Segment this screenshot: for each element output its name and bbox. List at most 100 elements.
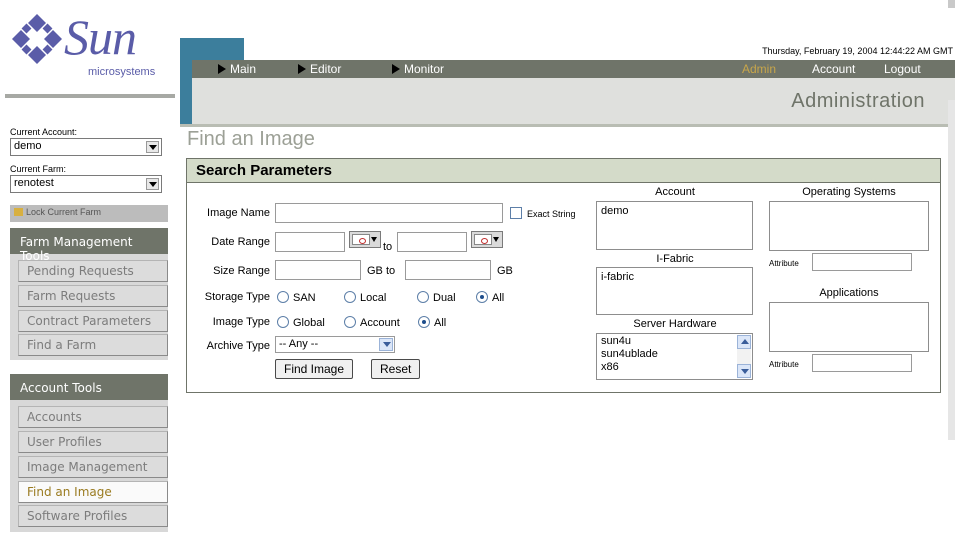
os-attribute-label: Attribute bbox=[769, 259, 799, 268]
server-hardware-list[interactable]: sun4u sun4ublade x86 bbox=[596, 333, 753, 380]
farm-tools-title: Farm Management Tools bbox=[10, 228, 168, 263]
sidebar-item-farm-requests[interactable]: Farm Requests bbox=[18, 285, 168, 307]
chevron-down-icon bbox=[493, 237, 499, 242]
scroll-down-icon[interactable] bbox=[737, 364, 751, 378]
sidebar-item-find-an-image[interactable]: Find an Image bbox=[18, 481, 168, 503]
find-image-button[interactable]: Find Image bbox=[275, 359, 354, 379]
calendar-icon bbox=[352, 234, 370, 245]
farm-tools-panel: Farm Management Tools Pending Requests F… bbox=[10, 228, 168, 360]
panel-title: Search Parameters bbox=[187, 159, 940, 183]
chevron-down-icon bbox=[146, 141, 159, 153]
image-type-all-radio[interactable]: All bbox=[418, 316, 446, 329]
search-parameters-panel: Search Parameters Image Name Exact Strin… bbox=[186, 158, 941, 393]
current-farm-label: Current Farm: bbox=[10, 164, 67, 174]
image-type-global-radio[interactable]: Global bbox=[277, 316, 325, 329]
logo-wordmark: Sun bbox=[64, 9, 137, 65]
radio-icon bbox=[417, 291, 429, 303]
nav-main-label: Main bbox=[230, 62, 257, 76]
storage-dual-label: Dual bbox=[433, 292, 456, 304]
nav-main[interactable]: Main bbox=[218, 62, 256, 76]
current-account-value: demo bbox=[14, 140, 42, 152]
radio-icon bbox=[277, 316, 289, 328]
storage-local-radio[interactable]: Local bbox=[344, 291, 386, 304]
account-list-label: Account bbox=[655, 186, 695, 198]
checkbox-icon bbox=[510, 207, 522, 219]
image-type-account-radio[interactable]: Account bbox=[344, 316, 400, 329]
datetime-display: Thursday, February 19, 2004 12:44:22 AM … bbox=[762, 46, 953, 56]
size-range-label: Size Range bbox=[213, 265, 270, 277]
nav-editor-label: Editor bbox=[310, 62, 342, 76]
header-divider bbox=[180, 124, 955, 127]
storage-all-radio[interactable]: All bbox=[476, 291, 504, 304]
current-farm-select[interactable]: renotest bbox=[10, 175, 162, 193]
ifabric-list-item[interactable]: i-fabric bbox=[601, 270, 748, 284]
sidebar-item-image-management[interactable]: Image Management bbox=[18, 456, 168, 478]
applications-label: Applications bbox=[819, 287, 879, 299]
storage-san-radio[interactable]: SAN bbox=[277, 291, 316, 304]
size-from-input[interactable] bbox=[275, 260, 361, 280]
image-type-global-label: Global bbox=[293, 317, 325, 329]
server-hardware-scrollbar[interactable] bbox=[737, 335, 751, 378]
ifabric-list-label: I-Fabric bbox=[656, 253, 694, 265]
exact-string-checkbox[interactable]: Exact String bbox=[510, 207, 576, 219]
sidebar-item-find-a-farm[interactable]: Find a Farm bbox=[18, 334, 168, 356]
current-account-label: Current Account: bbox=[10, 127, 78, 137]
server-hardware-item[interactable]: sun4ublade bbox=[601, 348, 748, 361]
radio-icon bbox=[277, 291, 289, 303]
sidebar-item-accounts[interactable]: Accounts bbox=[18, 406, 168, 428]
nav-monitor-label: Monitor bbox=[404, 62, 445, 76]
server-hardware-item[interactable]: sun4u bbox=[601, 335, 748, 348]
date-to-calendar-button[interactable] bbox=[471, 231, 503, 248]
account-list[interactable]: demo bbox=[596, 201, 753, 250]
storage-dual-radio[interactable]: Dual bbox=[417, 291, 456, 304]
nav-editor[interactable]: Editor bbox=[298, 62, 341, 76]
os-attribute-input[interactable] bbox=[812, 253, 912, 271]
exact-string-label: Exact String bbox=[527, 209, 576, 219]
image-name-input[interactable] bbox=[275, 203, 503, 223]
triangle-right-icon bbox=[298, 64, 306, 74]
sidebar-item-pending-requests[interactable]: Pending Requests bbox=[18, 260, 168, 282]
lock-icon bbox=[14, 208, 23, 216]
gb-to-label: GB to bbox=[367, 265, 396, 277]
server-hardware-label: Server Hardware bbox=[633, 318, 717, 330]
sun-logo: Sun microsystems bbox=[10, 8, 170, 88]
app-attribute-input[interactable] bbox=[812, 354, 912, 372]
logo-subtitle: microsystems bbox=[88, 66, 156, 78]
sidebar-item-user-profiles[interactable]: User Profiles bbox=[18, 431, 168, 453]
date-range-label: Date Range bbox=[211, 236, 270, 248]
section-title: Administration bbox=[791, 90, 925, 112]
account-tools-panel: Account Tools Accounts User Profiles Ima… bbox=[10, 374, 168, 532]
radio-selected-icon bbox=[476, 291, 488, 303]
account-list-item[interactable]: demo bbox=[601, 204, 748, 218]
window-scroll-top[interactable] bbox=[948, 0, 955, 8]
image-type-account-label: Account bbox=[360, 317, 400, 329]
image-name-label: Image Name bbox=[207, 207, 270, 219]
sidebar-item-software-profiles[interactable]: Software Profiles bbox=[18, 505, 168, 527]
applications-list[interactable] bbox=[769, 302, 929, 352]
date-from-input[interactable] bbox=[275, 232, 345, 252]
current-account-select[interactable]: demo bbox=[10, 138, 162, 156]
current-farm-value: renotest bbox=[14, 177, 54, 189]
lock-farm-button[interactable]: Lock Current Farm bbox=[10, 205, 168, 222]
page-scrollbar[interactable] bbox=[948, 100, 955, 440]
sidebar-item-contract-parameters[interactable]: Contract Parameters bbox=[18, 310, 168, 332]
reset-button[interactable]: Reset bbox=[371, 359, 421, 379]
date-from-calendar-button[interactable] bbox=[349, 231, 381, 248]
storage-san-label: SAN bbox=[293, 292, 316, 304]
nav-account[interactable]: Account bbox=[812, 62, 855, 76]
triangle-right-icon bbox=[392, 64, 400, 74]
nav-admin[interactable]: Admin bbox=[742, 62, 776, 76]
archive-type-select[interactable]: -- Any -- bbox=[275, 336, 395, 353]
archive-type-label: Archive Type bbox=[206, 340, 270, 352]
calendar-icon bbox=[474, 234, 492, 245]
sun-logo-icon bbox=[12, 14, 62, 64]
date-to-label: to bbox=[383, 241, 393, 253]
scroll-up-icon[interactable] bbox=[737, 335, 751, 349]
ifabric-list[interactable]: i-fabric bbox=[596, 267, 753, 315]
date-to-input[interactable] bbox=[397, 232, 467, 252]
server-hardware-item[interactable]: x86 bbox=[601, 361, 748, 374]
nav-logout[interactable]: Logout bbox=[884, 62, 921, 76]
size-to-input[interactable] bbox=[405, 260, 491, 280]
nav-monitor[interactable]: Monitor bbox=[392, 62, 444, 76]
operating-systems-list[interactable] bbox=[769, 201, 929, 251]
